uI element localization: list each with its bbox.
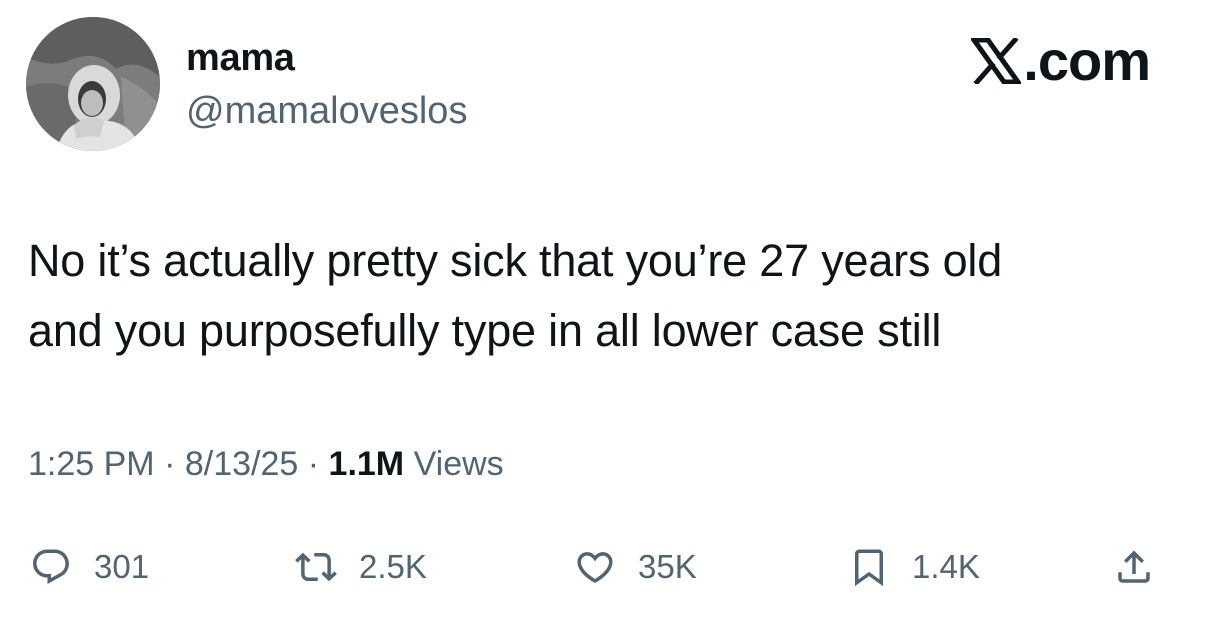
like-count: 35K [638,548,697,585]
repost-arrows-icon [295,546,337,588]
tweet-time[interactable]: 1:25 PM [28,445,155,483]
like-button[interactable]: 35K [574,535,697,599]
repost-count: 2.5K [359,548,427,585]
views-label: Views [413,445,504,483]
meta-separator: · [164,445,176,483]
repost-button[interactable]: 2.5K [295,535,427,599]
tweet-text-line: and you purposefully type in all lower c… [28,305,942,356]
reply-button[interactable]: 301 [30,535,149,599]
reply-count: 301 [94,548,150,585]
author-handle[interactable]: @mamaloveslos [186,88,467,134]
reply-bubble-icon [30,546,72,588]
site-brand-label: .com [1023,29,1151,92]
avatar-photo [26,17,160,151]
tweet-text: No it’s actually pretty sick that you’re… [28,226,1178,366]
tweet-actions: 301 2.5K 35K 1.4K [0,535,1206,599]
bookmark-button[interactable]: 1.4K [848,535,980,599]
views-count: 1.1M [328,445,405,483]
site-brand: .com [969,29,1151,96]
share-upload-icon [1113,546,1155,588]
avatar[interactable] [26,17,160,151]
tweet-meta: 1:25 PM · 8/13/25 · 1.1M Views [28,442,504,486]
author-display-name[interactable]: mama [186,36,295,80]
heart-icon [574,546,616,588]
bookmark-count: 1.4K [912,548,980,585]
x-logo-icon [969,34,1024,96]
tweet-date[interactable]: 8/13/25 [185,445,298,483]
tweet-text-line: No it’s actually pretty sick that you’re… [28,235,1003,286]
bookmark-icon [848,546,890,588]
share-button[interactable] [1113,535,1155,599]
meta-separator: · [307,445,320,483]
